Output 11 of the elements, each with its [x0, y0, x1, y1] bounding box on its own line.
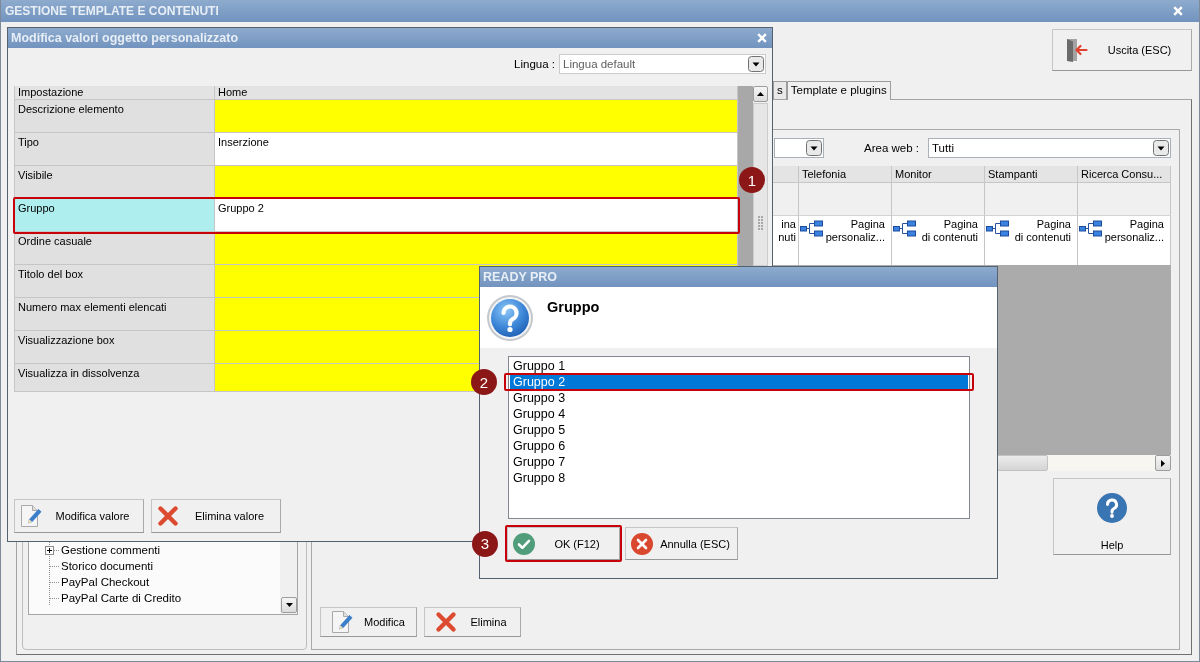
field-label: Lingua : — [514, 58, 555, 70]
page-type-label: Pagina personaliz... — [824, 218, 885, 244]
page-type-label: Pagina di contenuti — [1013, 218, 1071, 244]
field-label: Area web : — [864, 142, 919, 154]
page-type-label: ina nuti — [777, 218, 796, 244]
page-type-label: Pagina personaliz... — [1103, 218, 1164, 244]
page-type-label: Pagina di contenuti — [920, 218, 978, 244]
dialog-prompt: Gruppo — [547, 299, 600, 315]
window-title: GESTIONE TEMPLATE E CONTENUTI — [5, 4, 219, 18]
dialog-title: Modifica valori oggetto personalizzato — [11, 31, 239, 45]
dialog-title: READY PRO — [483, 270, 558, 284]
